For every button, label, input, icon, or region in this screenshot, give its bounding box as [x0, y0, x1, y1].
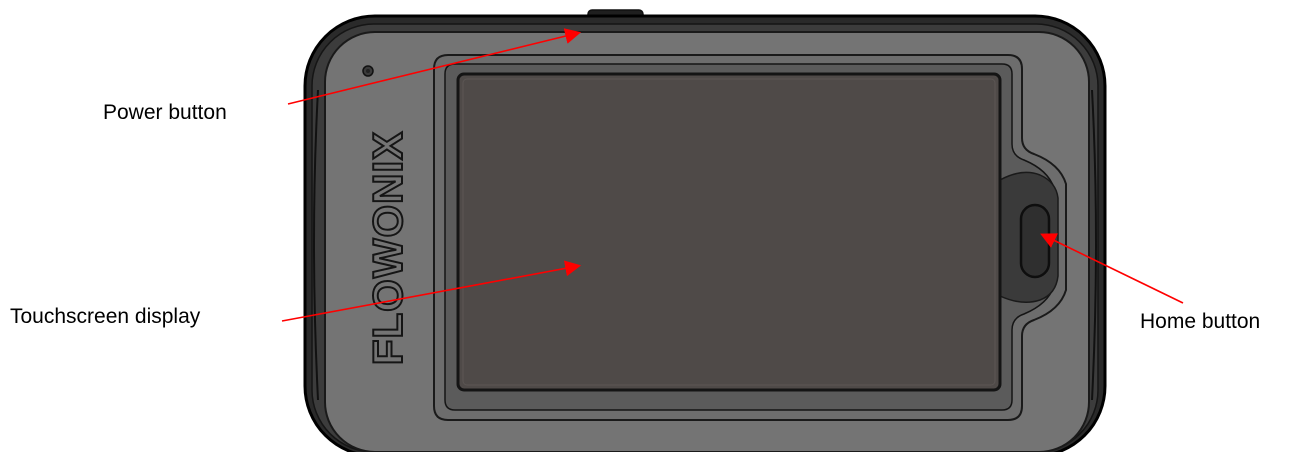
home-button-label: Home button — [1140, 310, 1261, 333]
device-diagram: FLOWONIX — [281, 9, 1184, 452]
touchscreen-display-label: Touchscreen display — [10, 305, 201, 328]
home-button[interactable] — [1019, 203, 1051, 279]
power-button-label: Power button — [103, 101, 227, 124]
touchscreen-display[interactable] — [456, 72, 1002, 392]
brand-logo: FLOWONIX — [364, 131, 411, 365]
indicator-icon — [362, 65, 374, 77]
